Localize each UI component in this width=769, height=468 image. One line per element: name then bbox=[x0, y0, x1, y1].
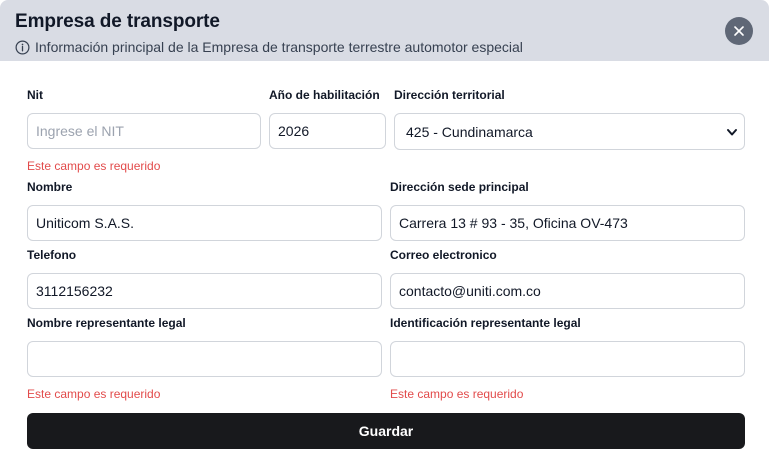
representante-id-input[interactable] bbox=[390, 341, 745, 377]
anio-habilitacion-label: Año de habilitación bbox=[269, 88, 380, 102]
telefono-label: Telefono bbox=[27, 248, 77, 262]
direccion-sede-input[interactable] bbox=[390, 205, 745, 241]
representante-id-label: Identificación representante legal bbox=[390, 316, 581, 330]
telefono-input[interactable] bbox=[27, 273, 382, 309]
direccion-sede-label: Dirección sede principal bbox=[390, 180, 529, 194]
representante-id-error-text: Este campo es requerido bbox=[390, 387, 524, 401]
modal-subtitle-text: Información principal de la Empresa de t… bbox=[35, 39, 523, 55]
info-circle-icon bbox=[15, 40, 30, 55]
direccion-territorial-selected: 425 - Cundinamarca bbox=[406, 123, 533, 140]
direccion-territorial-label: Dirección territorial bbox=[394, 88, 505, 102]
chevron-down-icon bbox=[727, 128, 737, 135]
nombre-label: Nombre bbox=[27, 180, 73, 194]
close-button[interactable] bbox=[725, 17, 753, 45]
close-x-icon bbox=[734, 26, 744, 36]
modal-header: Empresa de transporte Información princi… bbox=[0, 0, 769, 61]
modal-title: Empresa de transporte bbox=[15, 11, 220, 32]
modal-subtitle: Información principal de la Empresa de t… bbox=[15, 39, 523, 55]
correo-label: Correo electronico bbox=[390, 248, 497, 262]
anio-habilitacion-input[interactable] bbox=[269, 113, 386, 149]
nombre-input[interactable] bbox=[27, 205, 382, 241]
nit-input[interactable] bbox=[27, 113, 261, 149]
direccion-territorial-select[interactable]: 425 - Cundinamarca bbox=[394, 113, 745, 150]
representante-nombre-label: Nombre representante legal bbox=[27, 316, 186, 330]
save-button[interactable]: Guardar bbox=[27, 413, 745, 449]
representante-nombre-input[interactable] bbox=[27, 341, 382, 377]
correo-input[interactable] bbox=[390, 273, 745, 309]
nit-label: Nit bbox=[27, 88, 43, 102]
nit-error-text: Este campo es requerido bbox=[27, 159, 161, 173]
representante-nombre-error-text: Este campo es requerido bbox=[27, 387, 161, 401]
